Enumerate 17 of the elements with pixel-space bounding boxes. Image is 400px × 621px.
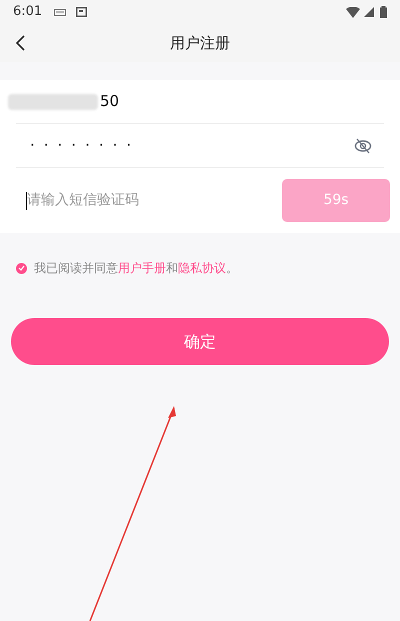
agreement-checkbox[interactable] — [16, 262, 27, 274]
status-time: 6:01 — [13, 3, 42, 22]
phone-field[interactable]: 50 — [100, 90, 120, 113]
page-title: 用户注册 — [170, 32, 230, 54]
wifi-icon — [346, 6, 360, 18]
keyboard-icon — [54, 8, 66, 16]
back-icon — [15, 35, 25, 51]
signal-icon — [364, 7, 374, 17]
agreement-link[interactable]: 用户手册 — [118, 261, 166, 275]
password-field[interactable]: ········ — [16, 134, 354, 157]
battery-icon — [380, 6, 387, 18]
eye-off-icon[interactable] — [354, 138, 372, 154]
window-icon — [76, 7, 88, 17]
confirm-button[interactable]: 确定 — [11, 318, 389, 365]
agreement-text: 我已阅读并同意用户手册和隐私协议。 — [34, 260, 238, 277]
sms-code-field[interactable]: 请输入短信验证码 — [16, 190, 282, 211]
agreement-link[interactable]: 隐私协议 — [178, 261, 226, 275]
